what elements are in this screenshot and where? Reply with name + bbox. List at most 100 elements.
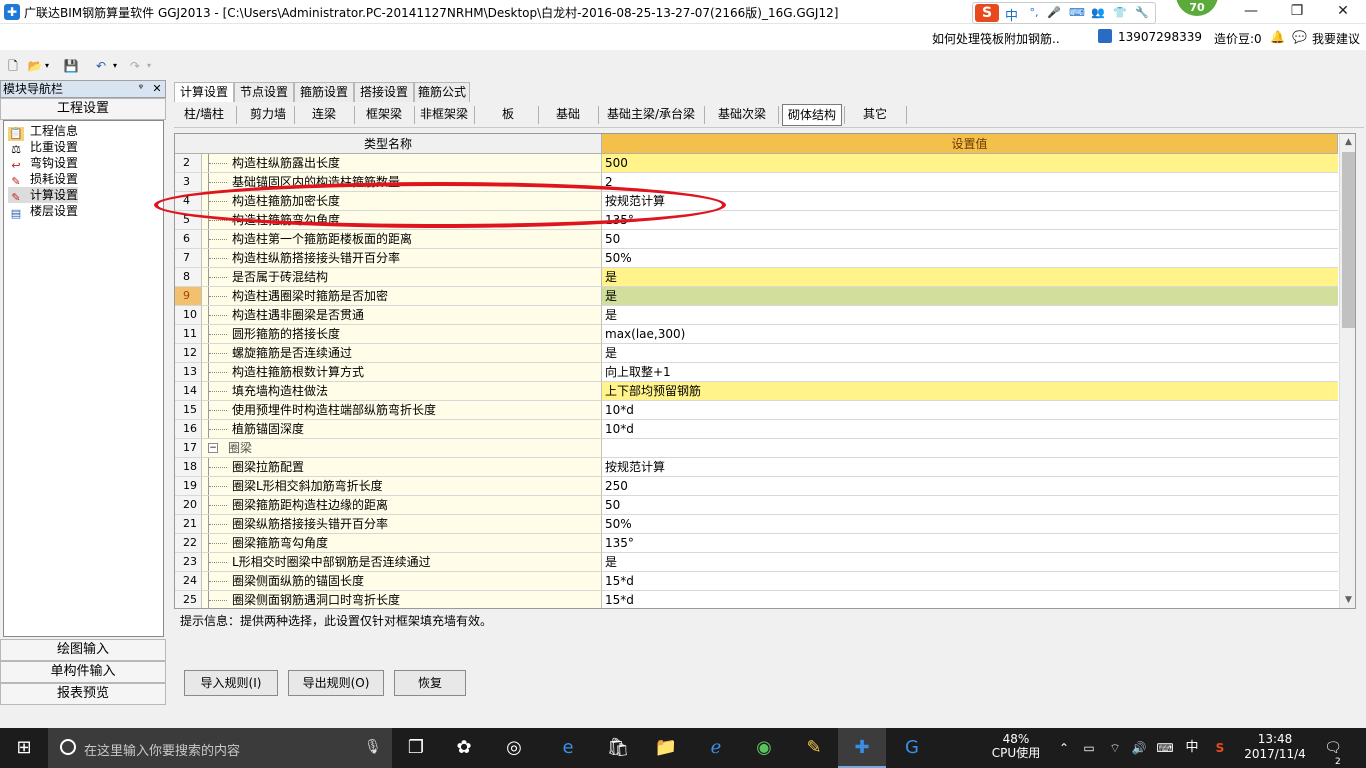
app-pinwheel-icon[interactable]: ✿ — [440, 728, 488, 768]
table-row[interactable]: 5 构造柱箍筋弯勾角度 135° — [175, 211, 1338, 230]
row-number[interactable]: 10 — [175, 306, 202, 325]
table-row[interactable]: 2 构造柱纵筋露出长度 500 — [175, 154, 1338, 173]
table-row[interactable]: 20 圈梁箍筋距构造柱边缘的距离 50 — [175, 496, 1338, 515]
setting-value-cell[interactable]: 10*d — [602, 401, 1338, 420]
glodon-gjj-taskbar-icon[interactable]: ✚ — [838, 728, 886, 768]
row-number[interactable]: 7 — [175, 249, 202, 268]
setting-value-cell[interactable]: 是 — [602, 344, 1338, 363]
tray-expand-icon[interactable]: ⌃ — [1056, 728, 1072, 768]
table-row[interactable]: 4 构造柱箍筋加密长度 按规范计算 — [175, 192, 1338, 211]
setting-value-cell[interactable]: 是 — [602, 287, 1338, 306]
subtab-foundation-main-beam[interactable]: 基础主梁/承台梁 — [600, 104, 702, 126]
bell-icon[interactable]: 🔔 — [1270, 30, 1285, 44]
type-name-cell[interactable]: 构造柱箍筋弯勾角度 — [202, 211, 602, 230]
clock[interactable]: 13:48 2017/11/4 — [1240, 732, 1310, 768]
setting-value-cell[interactable]: 按规范计算 — [602, 458, 1338, 477]
volume-icon[interactable]: 🔊 — [1130, 728, 1148, 768]
sogou-tray-icon[interactable]: S — [1210, 728, 1230, 768]
type-name-cell[interactable]: 圈梁L形相交斜加筋弯折长度 — [202, 477, 602, 496]
row-number[interactable]: 18 — [175, 458, 202, 477]
glodon-g-taskbar-icon[interactable]: G — [888, 728, 936, 768]
redo-icon[interactable]: ↷ — [126, 57, 144, 75]
save-icon[interactable]: 💾 — [62, 57, 80, 75]
type-name-cell[interactable]: 构造柱遇非圈梁是否贯通 — [202, 306, 602, 325]
row-number[interactable]: 11 — [175, 325, 202, 344]
setting-value-cell[interactable]: 15*d — [602, 572, 1338, 591]
row-number[interactable]: 14 — [175, 382, 202, 401]
setting-value-cell[interactable]: 135° — [602, 211, 1338, 230]
type-name-cell[interactable]: 圈梁拉筋配置 — [202, 458, 602, 477]
subtab-foundation-secondary-beam[interactable]: 基础次梁 — [708, 104, 776, 126]
type-name-cell[interactable]: 是否属于砖混结构 — [202, 268, 602, 287]
setting-value-cell[interactable]: 2 — [602, 173, 1338, 192]
table-row[interactable]: 19 圈梁L形相交斜加筋弯折长度 250 — [175, 477, 1338, 496]
table-row[interactable]: 11 圆形箍筋的搭接长度 max(lae,300) — [175, 325, 1338, 344]
type-name-cell[interactable]: 圈梁侧面纵筋的锚固长度 — [202, 572, 602, 591]
punctuation-icon[interactable]: °, — [1027, 6, 1041, 20]
tab-lap-settings[interactable]: 搭接设置 — [354, 82, 414, 102]
edge-browser-icon[interactable]: e — [544, 728, 592, 768]
new-file-icon[interactable]: 🗋 — [4, 57, 22, 75]
type-name-cell[interactable]: 构造柱箍筋加密长度 — [202, 192, 602, 211]
row-number[interactable]: 15 — [175, 401, 202, 420]
type-name-cell[interactable]: 构造柱遇圈梁时箍筋是否加密 — [202, 287, 602, 306]
maximize-button[interactable]: ❐ — [1274, 0, 1320, 24]
table-row[interactable]: 15 使用预埋件时构造柱端部纵筋弯折长度 10*d — [175, 401, 1338, 420]
type-name-cell[interactable]: 基础锚固区内的构造柱箍筋数量 — [202, 173, 602, 192]
setting-value-cell[interactable]: 上下部均预留钢筋 — [602, 382, 1338, 401]
ie-browser-icon[interactable]: ℯ — [692, 728, 740, 768]
import-rules-button[interactable]: 导入规则(I) — [184, 670, 278, 696]
table-row[interactable]: 23 L形相交时圈梁中部钢筋是否连续通过 是 — [175, 553, 1338, 572]
type-name-cell[interactable]: L形相交时圈梁中部钢筋是否连续通过 — [202, 553, 602, 572]
type-name-cell[interactable]: 圈梁箍筋弯勾角度 — [202, 534, 602, 553]
microphone-icon[interactable]: 🎙 — [364, 739, 382, 755]
type-name-cell[interactable]: 圆形箍筋的搭接长度 — [202, 325, 602, 344]
open-dropdown-icon[interactable]: ▾ — [42, 57, 52, 75]
user-phone[interactable]: 13907298339 — [1118, 30, 1202, 44]
row-number[interactable]: 12 — [175, 344, 202, 363]
sogou-logo-icon[interactable]: S — [975, 4, 999, 22]
row-number[interactable]: 8 — [175, 268, 202, 287]
table-row[interactable]: 22 圈梁箍筋弯勾角度 135° — [175, 534, 1338, 553]
table-row[interactable]: 7 构造柱纵筋搭接接头错开百分率 50% — [175, 249, 1338, 268]
app-swirl-icon[interactable]: ◎ — [490, 728, 538, 768]
subtab-coupling-beam[interactable]: 连梁 — [296, 104, 352, 126]
close-button[interactable]: ✕ — [1320, 0, 1366, 24]
table-row[interactable]: 9 构造柱遇圈梁时箍筋是否加密 是 — [175, 287, 1338, 306]
subtab-other[interactable]: 其它 — [846, 104, 904, 126]
setting-value-cell[interactable]: 50% — [602, 249, 1338, 268]
row-number[interactable]: 2 — [175, 154, 202, 173]
setting-value-cell[interactable]: 50 — [602, 496, 1338, 515]
subtab-foundation[interactable]: 基础 — [540, 104, 596, 126]
row-number[interactable]: 13 — [175, 363, 202, 382]
setting-value-cell[interactable]: 50% — [602, 515, 1338, 534]
tab-node-settings[interactable]: 节点设置 — [234, 82, 294, 102]
table-row[interactable]: 14 填充墙构造柱做法 上下部均预留钢筋 — [175, 382, 1338, 401]
nav-item-calc[interactable]: ✎ 计算设置 — [8, 187, 79, 204]
type-name-cell[interactable]: 植筋锚固深度 — [202, 420, 602, 439]
subtab-masonry[interactable]: 砌体结构 — [782, 104, 842, 126]
row-number[interactable]: 20 — [175, 496, 202, 515]
setting-value-cell[interactable]: 15*d — [602, 591, 1338, 608]
setting-value-cell[interactable]: 250 — [602, 477, 1338, 496]
subtab-non-frame-beam[interactable]: 非框架梁 — [416, 104, 472, 126]
wifi-icon[interactable]: ⌔ — [1106, 728, 1124, 768]
row-number[interactable]: 3 — [175, 173, 202, 192]
table-row[interactable]: 21 圈梁纵筋搭接接头错开百分率 50% — [175, 515, 1338, 534]
undo-dropdown-icon[interactable]: ▾ — [110, 57, 120, 75]
users-icon[interactable]: 👥 — [1091, 6, 1105, 20]
minimize-button[interactable]: — — [1228, 0, 1274, 24]
type-name-cell[interactable]: 使用预埋件时构造柱端部纵筋弯折长度 — [202, 401, 602, 420]
type-name-cell[interactable]: 构造柱第一个箍筋距楼板面的距离 — [202, 230, 602, 249]
task-view-icon[interactable]: ❐ — [392, 728, 440, 768]
scroll-down-icon[interactable]: ▼ — [1340, 592, 1355, 608]
row-number[interactable]: 9 — [175, 287, 202, 306]
nav-item-hook[interactable]: ↩ 弯钩设置 — [8, 155, 78, 172]
table-row[interactable]: 8 是否属于砖混结构 是 — [175, 268, 1338, 287]
type-name-cell[interactable]: 填充墙构造柱做法 — [202, 382, 602, 401]
help-question-link[interactable]: 如何处理筏板附加钢筋.. — [932, 30, 1060, 47]
nav-item-project-info[interactable]: 📋 工程信息 — [8, 123, 78, 141]
battery-icon[interactable]: ▭ — [1080, 728, 1098, 768]
tab-stirrup-settings[interactable]: 箍筋设置 — [294, 82, 354, 102]
tab-stirrup-formula[interactable]: 箍筋公式 — [414, 82, 470, 102]
